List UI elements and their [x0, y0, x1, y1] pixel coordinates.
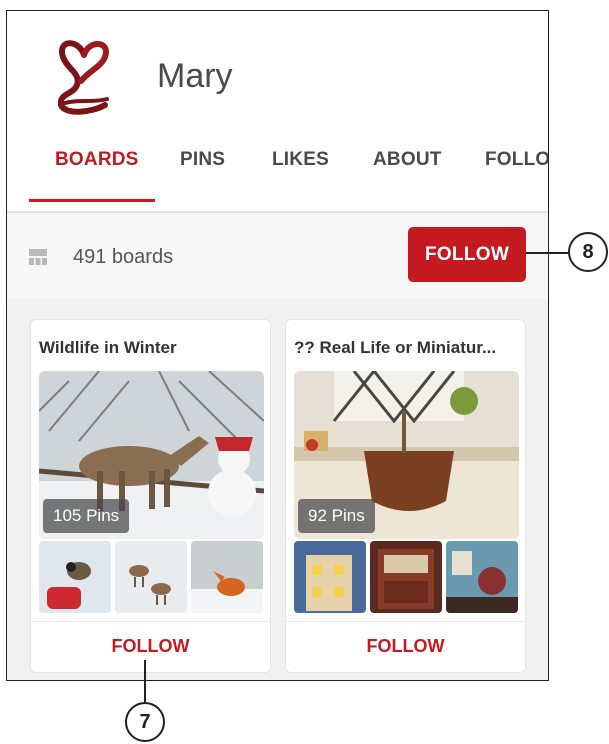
follow-all-button[interactable]: FOLLOW — [408, 227, 526, 282]
app-screen: Mary BOARDS PINS LIKES ABOUT FOLLOW 491 … — [6, 10, 549, 681]
callout-marker: 8 — [568, 232, 608, 272]
profile-header: Mary BOARDS PINS LIKES ABOUT FOLLOW — [7, 11, 548, 213]
thumbnail-image[interactable] — [294, 541, 366, 613]
callout-leader-line — [144, 660, 146, 702]
boards-count: 491 boards — [73, 246, 174, 268]
tab-boards[interactable]: BOARDS — [55, 149, 139, 171]
board-thumbnails — [294, 541, 519, 613]
callout-marker: 7 — [125, 702, 165, 742]
board-follow-button[interactable]: FOLLOW — [31, 626, 270, 666]
board-card-wildlife[interactable]: Wildlife in Winter 105 Pins FOLLOW — [30, 319, 271, 673]
pin-count-badge: 92 Pins — [298, 499, 375, 533]
card-divider — [286, 621, 525, 622]
tab-following[interactable]: FOLLOW — [485, 149, 548, 171]
tab-pins[interactable]: PINS — [180, 149, 225, 171]
board-card-miniature[interactable]: ?? Real Life or Miniatur... 92 Pins FOLL… — [285, 319, 526, 673]
board-title: Wildlife in Winter — [39, 338, 177, 357]
profile-tabs: BOARDS PINS LIKES ABOUT FOLLOW — [7, 129, 548, 213]
pin-count-badge: 105 Pins — [43, 499, 130, 533]
active-tab-indicator — [29, 199, 155, 202]
thumbnail-image[interactable] — [370, 541, 442, 613]
card-divider — [31, 621, 270, 622]
tab-likes[interactable]: LIKES — [272, 149, 329, 171]
thumbnail-image[interactable] — [446, 541, 518, 613]
profile-name: Mary — [157, 57, 233, 95]
board-title: ?? Real Life or Miniatur... — [294, 338, 497, 357]
thumbnail-image[interactable] — [115, 541, 187, 613]
thumbnail-image[interactable] — [39, 541, 111, 613]
board-follow-button[interactable]: FOLLOW — [286, 626, 525, 666]
tab-about[interactable]: ABOUT — [373, 149, 442, 171]
board-cover-image[interactable]: 92 Pins — [294, 371, 519, 539]
thumbnail-image[interactable] — [191, 541, 263, 613]
heart-logo-icon[interactable] — [51, 33, 117, 117]
callout-leader-line — [526, 252, 568, 254]
board-cover-image[interactable]: 105 Pins — [39, 371, 264, 539]
boards-bar: 491 boards FOLLOW — [7, 215, 548, 299]
board-grid-icon — [29, 249, 47, 265]
board-thumbnails — [39, 541, 264, 613]
